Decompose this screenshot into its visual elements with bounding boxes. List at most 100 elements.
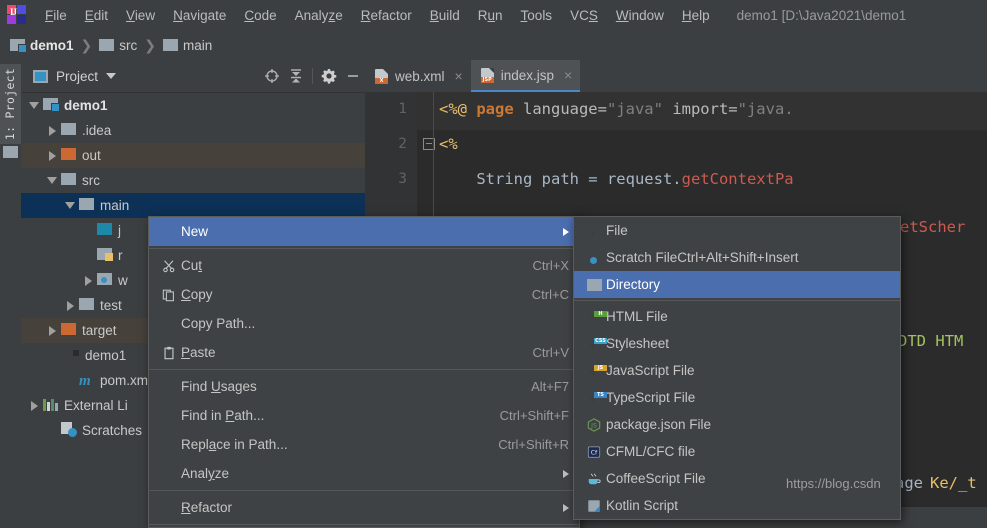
expand-arrow-icon[interactable] (45, 118, 59, 143)
collapse-all-icon[interactable] (284, 68, 308, 84)
submenu-item-stylesheet[interactable]: CSS Stylesheet (574, 330, 900, 357)
folder-icon (79, 198, 94, 210)
menu-separator (149, 524, 579, 525)
folder-icon (61, 323, 76, 335)
locate-icon[interactable] (260, 68, 284, 84)
submenu-item-label: HTML File (606, 309, 668, 324)
submenu-item-label: CFML/CFC file (606, 444, 696, 459)
context-menu-item-copy[interactable]: Copy Ctrl+C (149, 280, 579, 309)
nodejs-icon: JS (587, 417, 601, 432)
tree-node-idea[interactable]: .idea (21, 118, 365, 143)
breadcrumb-label: demo1 (30, 37, 74, 53)
menu-item-label: Replace in Path... (181, 437, 288, 452)
menu-view[interactable]: View (117, 5, 164, 26)
tool-window-button-project[interactable]: 1: Project (0, 64, 21, 144)
code-fragment: etScher (900, 218, 966, 236)
clipboard-icon (164, 346, 174, 359)
submenu-item-kotlinscript[interactable]: Kotlin Script (574, 492, 900, 519)
folder-icon (97, 223, 112, 235)
collapse-arrow-icon[interactable] (27, 93, 41, 118)
context-menu-item-findinpath[interactable]: Find in Path... Ctrl+Shift+F (149, 401, 579, 430)
folder-icon (61, 173, 76, 185)
menu-run[interactable]: Run (469, 5, 512, 26)
menu-item-icon (157, 346, 181, 360)
expand-arrow-icon[interactable] (63, 293, 77, 318)
tree-node-out[interactable]: out (21, 143, 365, 168)
menu-code[interactable]: Code (235, 5, 285, 26)
breadcrumb-item-main[interactable]: main (162, 38, 212, 53)
menu-refactor[interactable]: Refactor (352, 5, 421, 26)
context-menu[interactable]: New Cut Ctrl+X Copy Ctrl+C Copy Path... Paste C… (148, 216, 580, 528)
tree-node-main[interactable]: main (21, 193, 365, 218)
submenu-item-packagejsonfile[interactable]: JS package.json File (574, 411, 900, 438)
menu-analyze[interactable]: Analyze (286, 5, 352, 26)
collapse-arrow-icon[interactable] (45, 168, 59, 193)
context-menu-item-replaceinpath[interactable]: Replace in Path... Ctrl+Shift+R (149, 430, 579, 459)
tree-arrow-placeholder (81, 243, 95, 268)
submenu-item-label: CoffeeScript File (606, 471, 706, 486)
menu-window[interactable]: Window (607, 5, 673, 26)
menu-edit[interactable]: Edit (76, 5, 117, 26)
expand-arrow-icon[interactable] (81, 268, 95, 293)
folder-strip-icon[interactable] (3, 146, 18, 161)
menu-tools[interactable]: Tools (512, 5, 562, 26)
breadcrumb: demo1 ❯ src ❯ main (0, 30, 987, 60)
expand-arrow-icon[interactable] (27, 393, 41, 418)
code-fragment: Ke/_t (930, 474, 977, 492)
menu-file[interactable]: File (36, 5, 76, 26)
editor-tab-webxml[interactable]: Xweb.xml × (365, 60, 471, 92)
submenu-item-directory[interactable]: Directory (574, 271, 900, 298)
menu-separator (149, 248, 579, 249)
new-submenu[interactable]: File Scratch File Ctrl+Alt+Shift+Insert Dir… (573, 216, 901, 520)
context-menu-item-paste[interactable]: Paste Ctrl+V (149, 338, 579, 367)
editor-tab-indexjsp[interactable]: JSP index.jsp × (470, 60, 581, 92)
toolbar-divider (312, 68, 313, 84)
submenu-item-icon: Cf (582, 445, 606, 459)
breadcrumb-item-src[interactable]: src (99, 38, 137, 53)
menu-navigate[interactable]: Navigate (164, 5, 235, 26)
menu-item-label: Refactor (181, 500, 233, 515)
submenu-item-file[interactable]: File (574, 217, 900, 244)
menu-item-shortcut: Ctrl+Shift+R (498, 437, 569, 452)
menu-help[interactable]: Help (673, 5, 719, 26)
menu-bar: IJ File Edit View Navigate Code Analyze … (0, 0, 987, 31)
code-fragment: DTD HTM (898, 332, 964, 350)
menu-vcs[interactable]: VCS (561, 5, 607, 26)
folder-icon (43, 98, 60, 112)
tree-node-demo1[interactable]: demo1D:\Java2021\demo1 (21, 93, 365, 118)
submenu-item-label: package.json File (606, 417, 712, 432)
submenu-item-typescriptfile[interactable]: TS TypeScript File (574, 384, 900, 411)
collapse-arrow-icon[interactable] (63, 193, 77, 218)
folder-icon (162, 39, 178, 51)
menu-separator (149, 369, 579, 370)
submenu-item-javascriptfile[interactable]: JS JavaScript File (574, 357, 900, 384)
context-menu-item-new[interactable]: New (149, 217, 579, 246)
expand-arrow-icon[interactable] (45, 318, 59, 343)
context-menu-item-analyze[interactable]: Analyze (149, 459, 579, 488)
submenu-arrow-icon (563, 227, 569, 236)
menu-item-shortcut: Ctrl+Shift+F (499, 408, 569, 423)
context-menu-item-findusages[interactable]: Find Usages Alt+F7 (149, 372, 579, 401)
context-menu-item-refactor[interactable]: Refactor (149, 493, 579, 522)
tree-node-src[interactable]: src (21, 168, 365, 193)
breadcrumb-item-demo1[interactable]: demo1 (10, 38, 74, 53)
menu-build[interactable]: Build (421, 5, 469, 26)
minimize-icon[interactable] (341, 68, 365, 84)
breadcrumb-separator-icon: ❯ (144, 36, 156, 53)
submenu-item-cfmlcfcfile[interactable]: Cf CFML/CFC file (574, 438, 900, 465)
submenu-item-htmlfile[interactable]: H HTML File (574, 303, 900, 330)
submenu-item-scratchfile[interactable]: Scratch File Ctrl+Alt+Shift+Insert (574, 244, 900, 271)
chevron-down-icon[interactable] (106, 73, 117, 79)
context-menu-item-cut[interactable]: Cut Ctrl+X (149, 251, 579, 280)
submenu-item-icon (582, 499, 606, 513)
menu-item-label: Copy Path... (181, 316, 256, 331)
expand-arrow-icon[interactable] (45, 143, 59, 168)
submenu-arrow-icon (563, 469, 569, 478)
close-icon[interactable]: × (455, 68, 463, 84)
menu-item-label: Cut (181, 258, 203, 273)
submenu-item-label: JavaScript File (606, 363, 695, 378)
svg-text:JS: JS (590, 422, 597, 429)
settings-gear-icon[interactable] (317, 68, 341, 84)
context-menu-item-copypath[interactable]: Copy Path... (149, 309, 579, 338)
close-icon[interactable]: × (564, 67, 572, 83)
